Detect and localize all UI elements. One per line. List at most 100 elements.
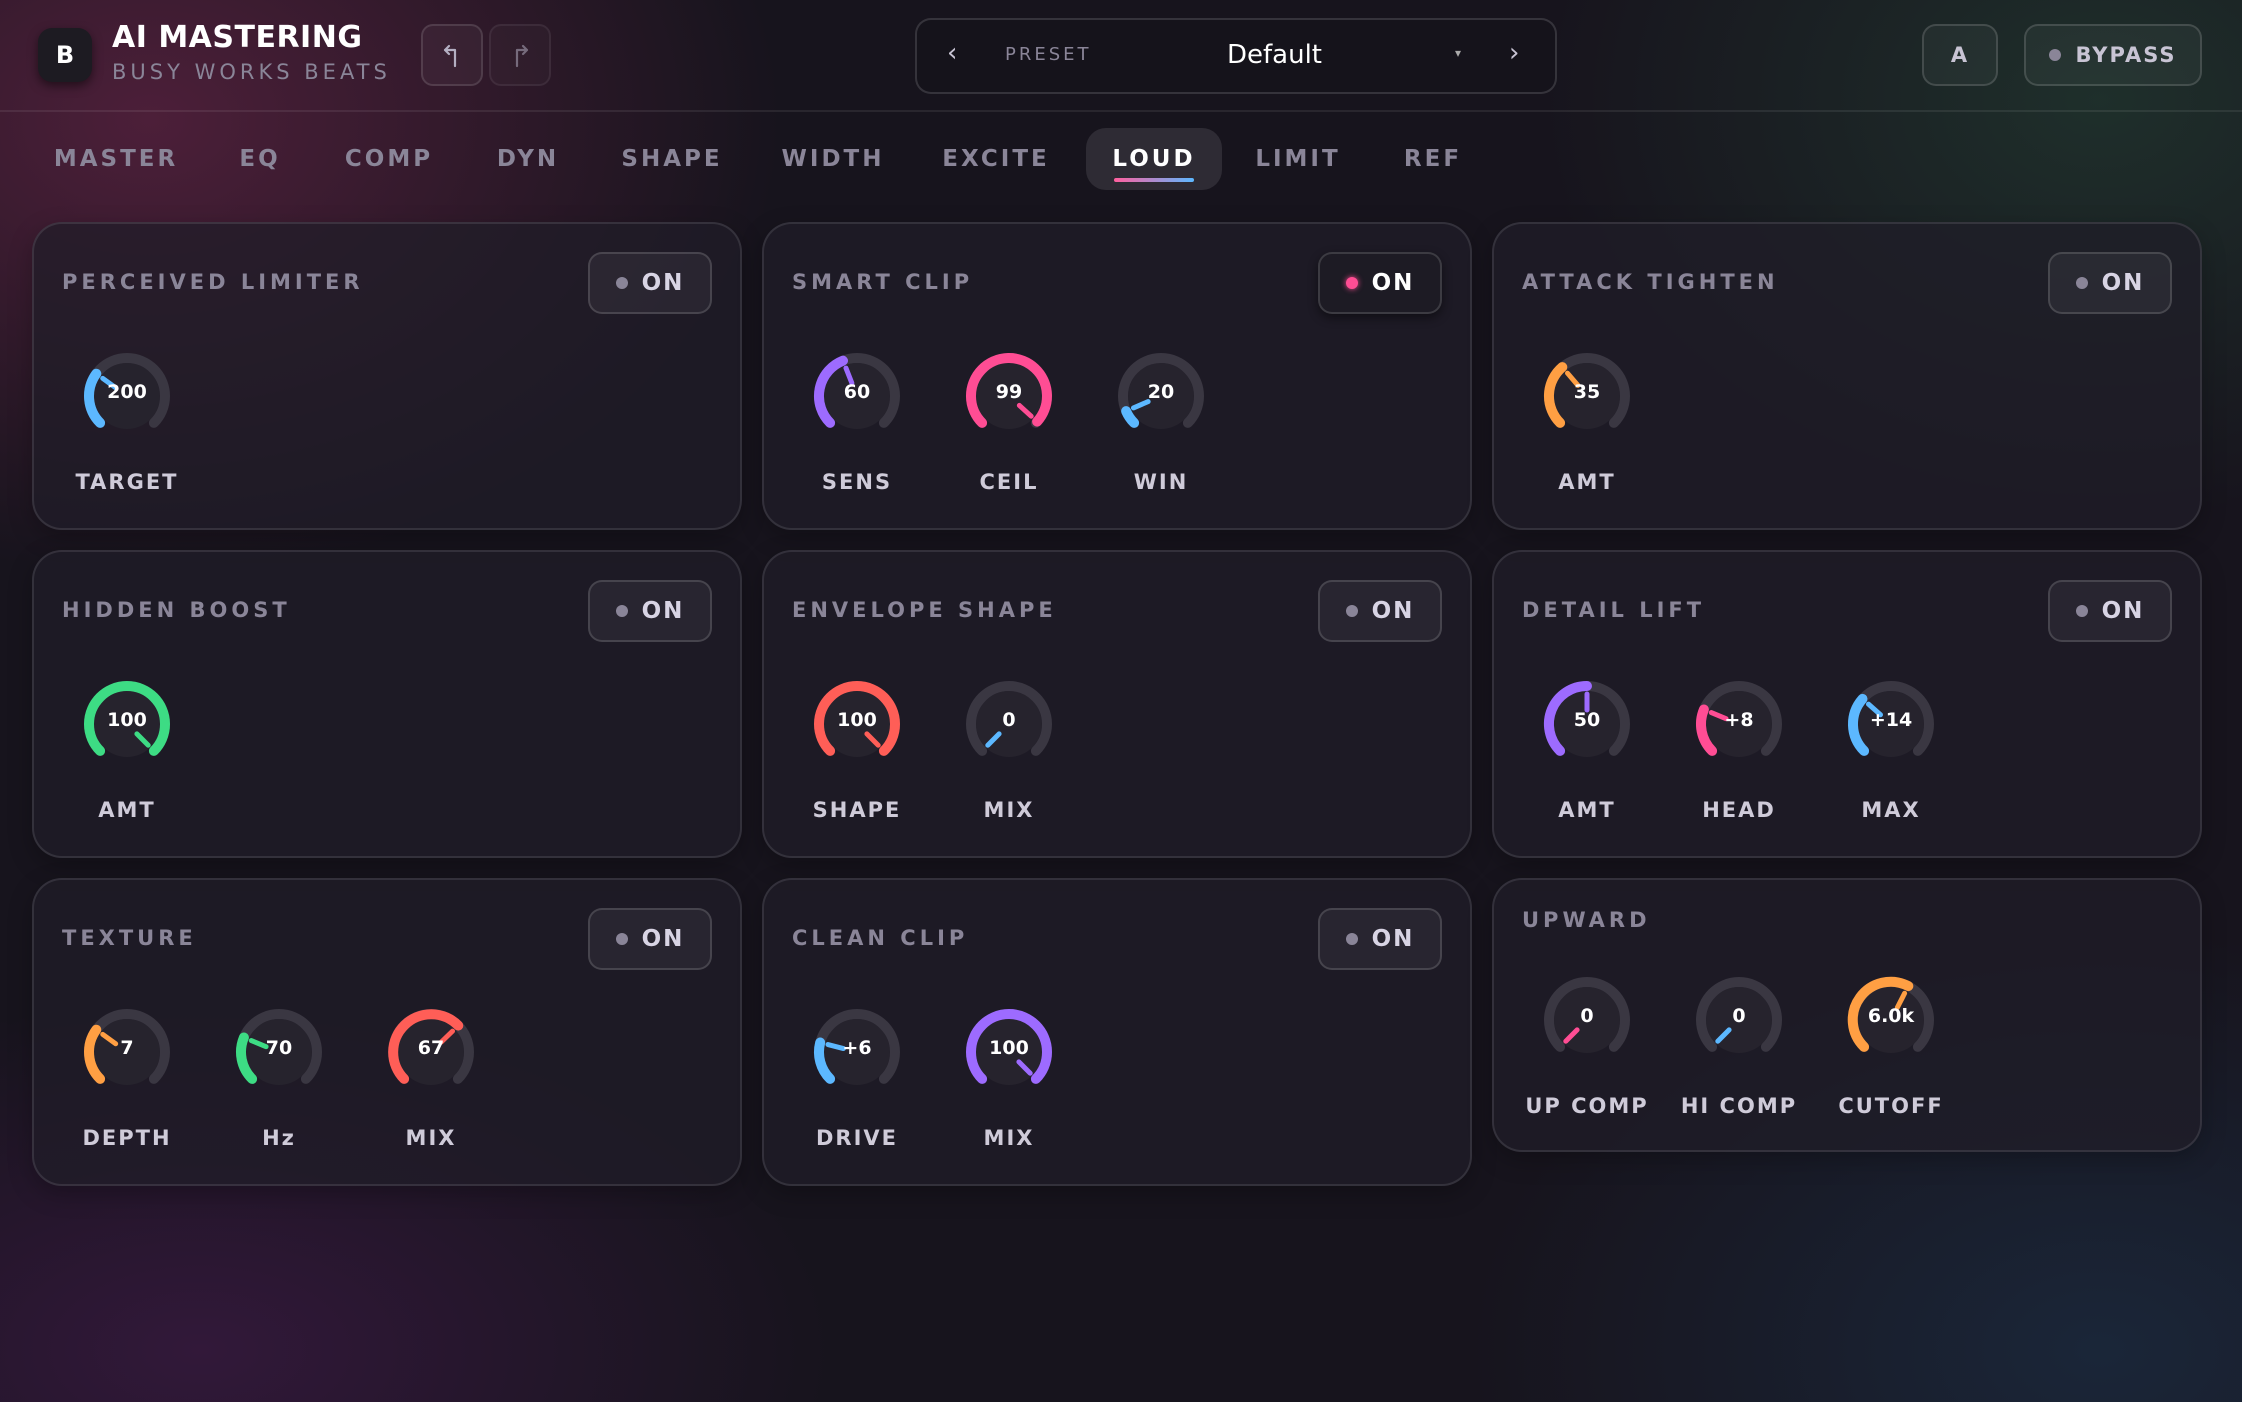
detail-lift-knob-max[interactable]: +14 MAX [1816, 676, 1966, 846]
toggle-label: ON [1371, 926, 1415, 952]
knob-value: 200 [107, 381, 147, 403]
tab-width[interactable]: WIDTH [760, 128, 906, 190]
texture-knob-hz[interactable]: 70 Hz [204, 1004, 354, 1174]
clean-clip-knob-mix[interactable]: 100 MIX [934, 1004, 1084, 1174]
knob-label: AMT [1558, 470, 1616, 494]
module-tabs: MASTER EQ COMP DYN SHAPE WIDTH EXCITE LOUD LIMIT… [0, 128, 2242, 194]
tab-comp[interactable]: COMP [322, 128, 456, 190]
upward-knob-cutoff[interactable]: 6.0k CUTOFF [1816, 972, 1966, 1142]
power-indicator-icon [2075, 605, 2088, 617]
texture-knob-depth[interactable]: 7 DEPTH [52, 1004, 202, 1174]
toggle-label: ON [2101, 598, 2145, 624]
bypass-button[interactable]: BYPASS [2024, 24, 2202, 86]
tab-excite[interactable]: EXCITE [918, 128, 1074, 190]
knob-value: 60 [843, 381, 871, 403]
knob-label: CEIL [979, 470, 1039, 494]
knob-label: MAX [1861, 798, 1921, 822]
knob-value: 99 [995, 381, 1023, 403]
redo-icon [515, 44, 529, 68]
envelope-shape-toggle[interactable]: ON [1318, 580, 1442, 642]
upward-knob-hi-comp[interactable]: 0 HI COMP [1664, 972, 1814, 1142]
attack-tighten-knob-amt[interactable]: 35 AMT [1512, 348, 1662, 518]
preset-next-button[interactable]: › [1509, 38, 1519, 68]
envelope-shape-knob-shape[interactable]: 100 SHAPE [782, 676, 932, 846]
knob-label: TARGET [75, 470, 179, 494]
hidden-boost-knob-amt[interactable]: 100 AMT [52, 676, 202, 846]
knob-label: MIX [405, 1126, 457, 1150]
power-indicator-icon [615, 277, 628, 289]
detail-lift-knob-amt[interactable]: 50 AMT [1512, 676, 1662, 846]
tab-eq[interactable]: EQ [214, 128, 306, 190]
preset-value[interactable]: Default [1227, 40, 1322, 70]
power-indicator-icon [615, 933, 628, 945]
toggle-label: ON [2101, 270, 2145, 296]
tab-loud[interactable]: LOUD [1086, 128, 1222, 190]
knob-label: SENS [821, 470, 893, 494]
smart-clip-knob-ceil[interactable]: 99 CEIL [934, 348, 1084, 518]
knob-label: SHAPE [812, 798, 902, 822]
preset-label: PRESET [1005, 44, 1092, 65]
toggle-label: ON [1371, 270, 1415, 296]
power-indicator-icon [1345, 605, 1358, 617]
knob-value: 100 [989, 1037, 1029, 1059]
power-indicator-icon [615, 605, 628, 617]
tab-dyn[interactable]: DYN [472, 128, 584, 190]
header-bar: B AI MASTERING BUSY WORKS BEATS ‹ PRESET… [0, 0, 2242, 112]
knob-label: AMT [1558, 798, 1616, 822]
toggle-label: ON [1371, 598, 1415, 624]
perceived-limiter-panel: PERCEIVED LIMITER ON 200 TARGET [32, 222, 742, 530]
hidden-boost-toggle[interactable]: ON [588, 580, 712, 642]
texture-toggle[interactable]: ON [588, 908, 712, 970]
panel-title: TEXTURE [62, 926, 197, 950]
smart-clip-knob-win[interactable]: 20 WIN [1086, 348, 1236, 518]
texture-panel: TEXTURE ON 7 DEPTH 70 Hz 67 MIX [32, 878, 742, 1186]
tab-limit[interactable]: LIMIT [1230, 128, 1366, 190]
upward-panel: UPWARD 0 UP COMP 0 HI COMP 6.0k CUTOFF [1492, 878, 2202, 1152]
knob-value: 0 [1002, 709, 1016, 731]
knob-value: 0 [1732, 1005, 1746, 1027]
preset-selector[interactable]: ‹ PRESET Default ▾ › [915, 18, 1557, 94]
knob-label: HI COMP [1680, 1094, 1798, 1118]
knob-value: 20 [1147, 381, 1175, 403]
knob-label: HEAD [1702, 798, 1776, 822]
clean-clip-toggle[interactable]: ON [1318, 908, 1442, 970]
power-indicator-icon [1345, 277, 1358, 289]
upward-knob-up-comp[interactable]: 0 UP COMP [1512, 972, 1662, 1142]
panel-title: PERCEIVED LIMITER [62, 270, 364, 294]
knob-label: DEPTH [82, 1126, 172, 1150]
perceived-limiter-toggle[interactable]: ON [588, 252, 712, 314]
knob-value: 7 [120, 1037, 134, 1059]
detail-lift-knob-head[interactable]: +8 HEAD [1664, 676, 1814, 846]
undo-button[interactable] [421, 24, 483, 86]
tab-master[interactable]: MASTER [32, 128, 200, 190]
knob-value: 67 [417, 1037, 445, 1059]
tab-shape[interactable]: SHAPE [602, 128, 742, 190]
smart-clip-knob-sens[interactable]: 60 SENS [782, 348, 932, 518]
detail-lift-toggle[interactable]: ON [2048, 580, 2172, 642]
knob-label: AMT [98, 798, 156, 822]
knob-value: 35 [1573, 381, 1601, 403]
envelope-shape-knob-mix[interactable]: 0 MIX [934, 676, 1084, 846]
smart-clip-toggle[interactable]: ON [1318, 252, 1442, 314]
knob-value: 100 [837, 709, 877, 731]
attack-tighten-panel: ATTACK TIGHTEN ON 35 AMT [1492, 222, 2202, 530]
attack-tighten-toggle[interactable]: ON [2048, 252, 2172, 314]
bypass-indicator-icon [2049, 49, 2062, 61]
knob-value: 70 [265, 1037, 293, 1059]
panel-title: SMART CLIP [792, 270, 974, 294]
preset-prev-button[interactable]: ‹ [947, 38, 957, 68]
ab-compare-button[interactable]: A [1922, 24, 1998, 86]
knob-value: 100 [107, 709, 147, 731]
chevron-down-icon[interactable]: ▾ [1455, 46, 1461, 60]
tab-ref[interactable]: REF [1392, 128, 1474, 190]
toggle-label: ON [641, 270, 685, 296]
knob-value: +14 [1869, 709, 1913, 731]
knob-label: WIN [1133, 470, 1189, 494]
clean-clip-knob-drive[interactable]: +6 DRIVE [782, 1004, 932, 1174]
toggle-label: ON [641, 926, 685, 952]
undo-icon [443, 44, 457, 68]
redo-button[interactable] [489, 24, 551, 86]
texture-knob-mix[interactable]: 67 MIX [356, 1004, 506, 1174]
knob-value: +8 [1724, 709, 1754, 731]
perceived-limiter-knob-target[interactable]: 200 TARGET [52, 348, 202, 518]
